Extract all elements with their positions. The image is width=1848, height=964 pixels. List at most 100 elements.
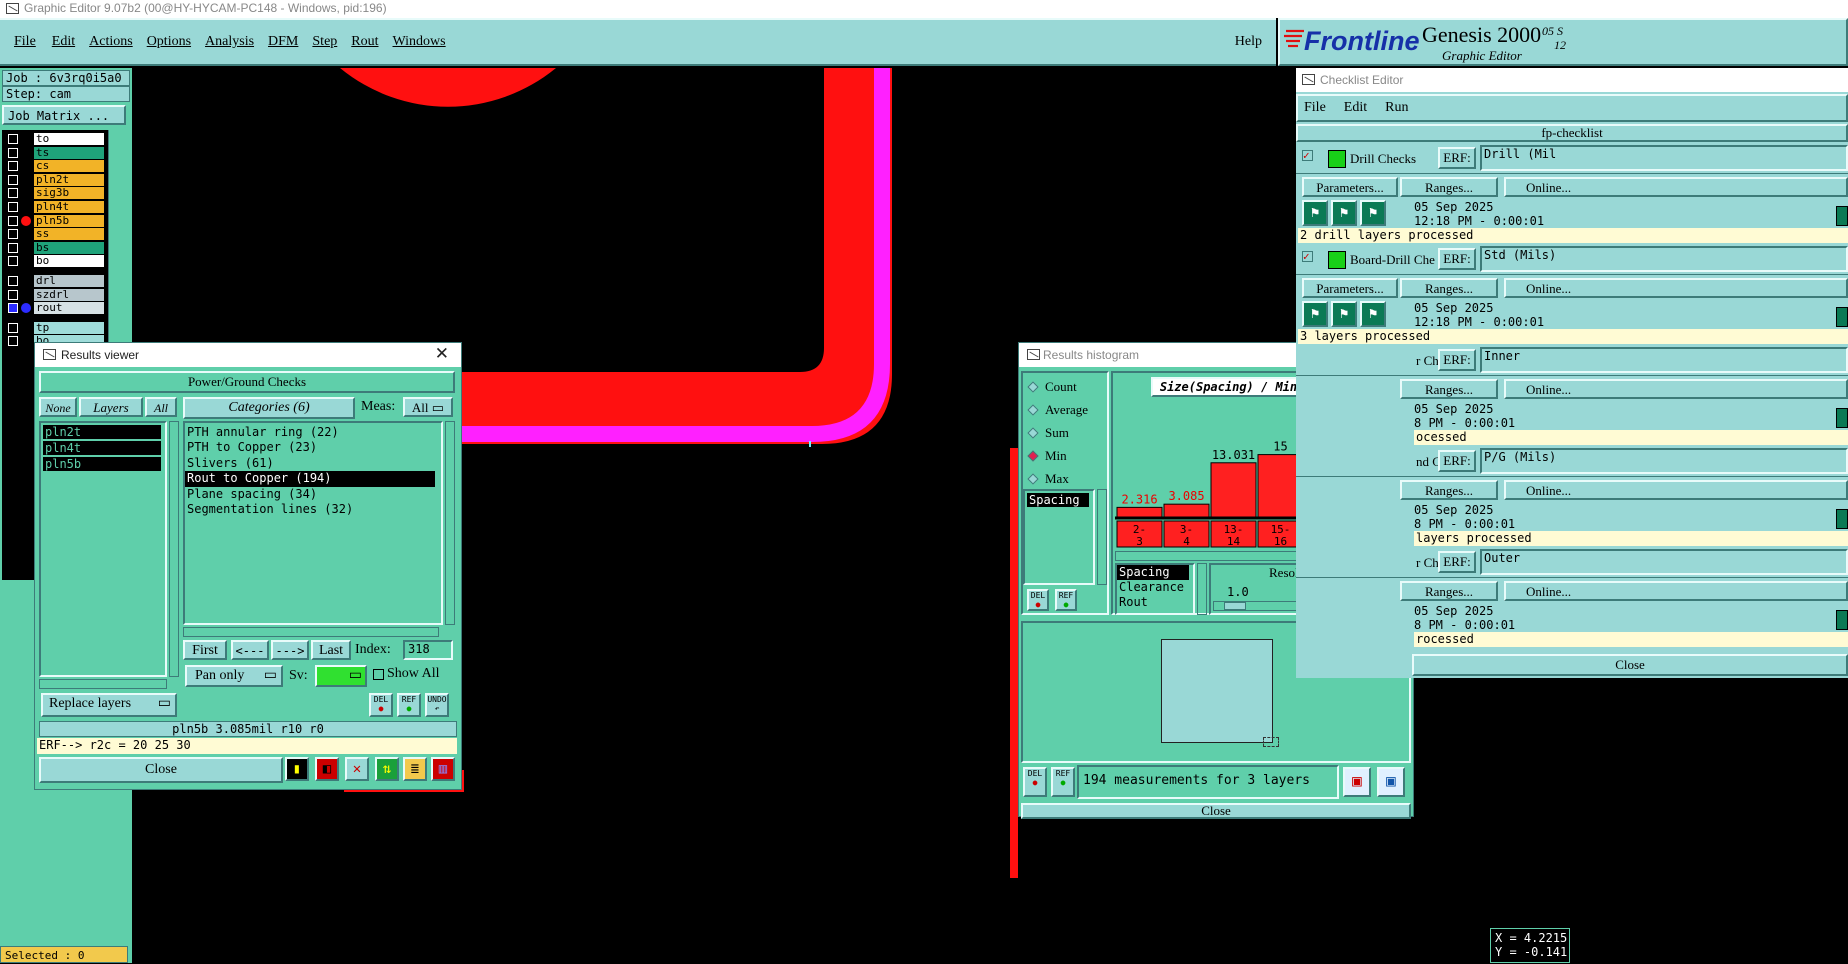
layer-checkbox[interactable]: [8, 303, 18, 314]
erf-cross-icon[interactable]: ✕: [345, 757, 369, 781]
result-layer-item[interactable]: pln2t: [43, 425, 161, 439]
histogram-icon[interactable]: ▥: [431, 757, 455, 781]
category-item[interactable]: PTH annular ring (22): [185, 425, 435, 440]
check-enabled-checkbox[interactable]: ✓: [1302, 150, 1313, 161]
layer-row[interactable]: bo: [2, 255, 106, 269]
erf-button[interactable]: ERF:: [1438, 551, 1476, 573]
erf-value[interactable]: Inner: [1480, 347, 1848, 373]
layer-checkbox[interactable]: [8, 215, 18, 226]
all-button[interactable]: All: [145, 397, 177, 417]
result-layer-item[interactable]: pln4t: [43, 441, 161, 455]
online-button[interactable]: Online...: [1504, 379, 1848, 399]
layer-row[interactable]: cs: [2, 160, 106, 174]
erf-value[interactable]: Outer: [1480, 549, 1848, 575]
parameters-button[interactable]: Parameters...: [1302, 177, 1398, 197]
layer-name[interactable]: tp: [34, 321, 104, 334]
layer-checkbox[interactable]: [8, 174, 18, 185]
ranges-button[interactable]: Ranges...: [1400, 581, 1498, 601]
layer-checkbox[interactable]: [8, 322, 18, 333]
undo-button[interactable]: UNDO ↶: [425, 693, 449, 717]
online-button[interactable]: Online...: [1504, 278, 1848, 298]
menu-analysis[interactable]: Analysis: [205, 34, 254, 50]
ref-button[interactable]: REF ●: [397, 693, 421, 717]
mode-list-scroll[interactable]: [1097, 489, 1107, 585]
menu-edit[interactable]: Edit: [52, 34, 75, 50]
layer-row[interactable]: pln5b: [2, 214, 106, 229]
meas-select[interactable]: All ▭: [403, 397, 453, 417]
check-run-icon[interactable]: ⚑: [1302, 301, 1328, 327]
layer-row[interactable]: pln2t: [2, 173, 106, 188]
close-icon[interactable]: ✕: [435, 344, 449, 364]
histogram-bar[interactable]: [1116, 506, 1163, 518]
check-name[interactable]: r Ch: [1416, 353, 1439, 369]
check-refresh-icon[interactable]: [1836, 206, 1848, 226]
layer-row[interactable]: bs: [2, 241, 106, 256]
mode-max[interactable]: Max: [1027, 471, 1069, 489]
type-item[interactable]: Clearance: [1117, 580, 1189, 595]
ranges-button[interactable]: Ranges...: [1400, 379, 1498, 399]
layer-name[interactable]: pln4t: [34, 200, 104, 213]
category-item[interactable]: PTH to Copper (23): [185, 440, 435, 455]
type-item[interactable]: Spacing: [1117, 565, 1189, 580]
checklist-menu-edit[interactable]: Edit: [1344, 100, 1367, 116]
layer-row[interactable]: sig3b: [2, 187, 106, 201]
menu-rout[interactable]: Rout: [351, 34, 378, 50]
prev-button[interactable]: <---: [231, 640, 269, 660]
show-all-checkbox[interactable]: [373, 669, 384, 680]
category-list[interactable]: PTH annular ring (22) PTH to Copper (23) S…: [183, 421, 443, 625]
layer-name[interactable]: pln5b: [34, 214, 104, 227]
type-item[interactable]: Rout: [1117, 595, 1189, 610]
ranges-button[interactable]: Ranges...: [1400, 480, 1498, 500]
layer-list-vscroll[interactable]: [169, 421, 179, 677]
check-name[interactable]: Board-Drill Che: [1350, 252, 1438, 268]
hist-ref-button[interactable]: REF ●: [1055, 589, 1077, 611]
mode-count[interactable]: Count: [1027, 379, 1077, 397]
check-run-icon[interactable]: ⚑: [1360, 301, 1386, 327]
checklist-menu-run[interactable]: Run: [1385, 100, 1408, 116]
erf-button[interactable]: ERF:: [1438, 147, 1476, 169]
flag-icon[interactable]: ◧: [315, 757, 339, 781]
layer-result-list[interactable]: pln2t pln4t pln5b: [39, 421, 167, 677]
check-refresh-icon[interactable]: [1836, 610, 1848, 630]
category-item[interactable]: Plane spacing (34): [185, 487, 435, 502]
layer-checkbox[interactable]: [8, 147, 18, 158]
erf-button[interactable]: ERF:: [1438, 450, 1476, 472]
menu-step[interactable]: Step: [312, 34, 337, 50]
type-list-scroll[interactable]: [1197, 563, 1207, 615]
category-hscroll[interactable]: [183, 627, 439, 637]
index-input[interactable]: 318: [403, 640, 453, 660]
footer-ref-button[interactable]: REF ●: [1051, 767, 1075, 797]
none-button[interactable]: None: [39, 397, 77, 417]
layer-name[interactable]: ss: [34, 228, 104, 241]
check-run-icon[interactable]: ⚑: [1331, 200, 1357, 226]
menu-dfm[interactable]: DFM: [268, 34, 298, 50]
layer-checkbox[interactable]: [8, 201, 18, 212]
category-item[interactable]: Segmentation lines (32): [185, 502, 435, 517]
histogram-bar[interactable]: [1210, 462, 1257, 518]
layer-checkbox[interactable]: [8, 161, 18, 172]
layer-checkbox[interactable]: [8, 336, 18, 347]
pin-icon[interactable]: ▮: [285, 757, 309, 781]
erf-value[interactable]: Std (Mils): [1480, 246, 1848, 272]
layer-name[interactable]: bo: [34, 255, 104, 268]
layer-name[interactable]: rout: [34, 302, 104, 315]
check-run-icon[interactable]: ⚑: [1331, 301, 1357, 327]
layer-checkbox[interactable]: [8, 289, 18, 300]
export-icon[interactable]: ▣: [1343, 767, 1371, 797]
layer-row[interactable]: ss: [2, 228, 106, 242]
last-button[interactable]: Last: [311, 640, 351, 660]
report-icon[interactable]: ≣: [403, 757, 427, 781]
layer-row[interactable]: szdrl: [2, 288, 106, 303]
check-run-icon[interactable]: ⚑: [1302, 200, 1328, 226]
check-refresh-icon[interactable]: [1836, 408, 1848, 428]
sv-select[interactable]: ▭: [315, 665, 367, 687]
histogram-close-button[interactable]: Close: [1021, 803, 1411, 819]
category-vscroll[interactable]: [445, 421, 455, 625]
replace-layers-select[interactable]: Replace layers ▭: [41, 693, 177, 717]
del-button[interactable]: DEL ●: [369, 693, 393, 717]
footer-del-button[interactable]: DEL ●: [1023, 767, 1047, 797]
checklist-close-button[interactable]: Close: [1412, 654, 1848, 676]
layer-name[interactable]: to: [34, 133, 104, 145]
next-button[interactable]: --->: [271, 640, 309, 660]
check-name[interactable]: r Ch: [1416, 555, 1439, 571]
